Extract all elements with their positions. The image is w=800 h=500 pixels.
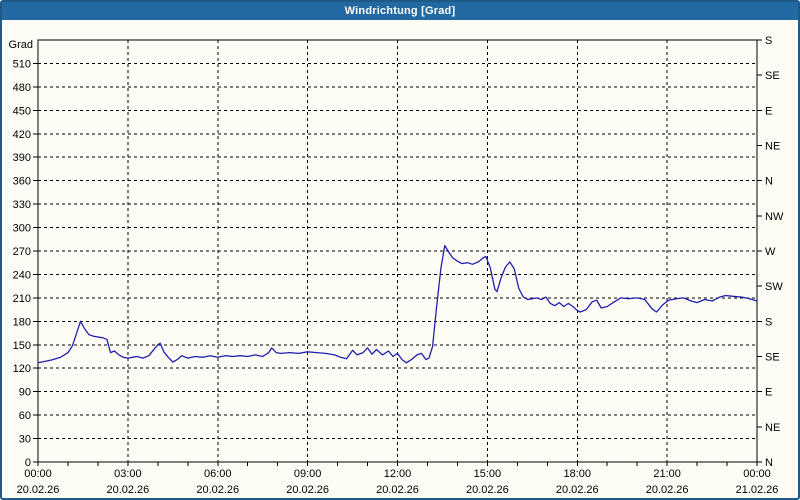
y-left-tick-label: 270: [13, 246, 31, 258]
y-right-tick-label: NE: [765, 141, 780, 153]
y-left-tick-label: 180: [13, 316, 31, 328]
x-time-label: 18:00: [563, 468, 591, 480]
y-left-tick-label: 420: [13, 129, 31, 141]
x-date-label: 21.02.26: [736, 484, 779, 496]
x-date-label: 20.02.26: [286, 484, 329, 496]
y-left-tick-label: 360: [13, 176, 31, 188]
x-date-label: 20.02.26: [17, 484, 60, 496]
y-left-tick-label: 240: [13, 269, 31, 281]
y-left-tick-label: 330: [13, 199, 31, 211]
x-date-label: 20.02.26: [196, 484, 239, 496]
x-date-label: 20.02.26: [646, 484, 689, 496]
y-right-tick-label: S: [765, 316, 772, 328]
x-time-label: 15:00: [474, 468, 502, 480]
y-right-tick-label: NW: [765, 211, 784, 223]
x-time-label: 12:00: [384, 468, 412, 480]
x-date-label: 20.02.26: [466, 484, 509, 496]
y-left-tick-label: 60: [19, 410, 31, 422]
chart-window: { "window": { "title": "Windrichtung [Gr…: [0, 0, 800, 500]
y-right-tick-label: SE: [765, 70, 780, 82]
y-left-tick-label: 390: [13, 152, 31, 164]
x-time-label: 00:00: [24, 468, 52, 480]
x-date-label: 20.02.26: [556, 484, 599, 496]
y-left-tick-label: 450: [13, 105, 31, 117]
y-left-tick-label: 30: [19, 434, 31, 446]
x-time-label: 03:00: [114, 468, 142, 480]
y-right-tick-label: E: [765, 387, 772, 399]
x-time-label: 21:00: [653, 468, 681, 480]
x-date-label: 20.02.26: [106, 484, 149, 496]
x-time-label: 00:00: [743, 468, 771, 480]
x-time-label: 09:00: [294, 468, 322, 480]
y-right-tick-label: SE: [765, 352, 780, 364]
y-right-tick-label: NE: [765, 422, 780, 434]
x-date-label: 20.02.26: [376, 484, 419, 496]
wind-direction-chart: 0 30 60 90 120 150 180 210 240 270 300 330 360 390 420…: [2, 2, 798, 498]
y-left-tick-label: 150: [13, 340, 31, 352]
y-left-tick-label: 120: [13, 363, 31, 375]
y-left-tick-label: 90: [19, 387, 31, 399]
x-time-label: 06:00: [204, 468, 232, 480]
y-left-tick-label: 210: [13, 293, 31, 305]
chart-plot: 0306090120150180210240270300330360390420…: [9, 35, 784, 496]
y-right-tick-label: E: [765, 105, 772, 117]
y-axis-unit-label: Grad: [9, 39, 33, 51]
y-right-tick-label: N: [765, 176, 773, 188]
y-left-tick-label: 510: [13, 58, 31, 70]
y-right-tick-label: SW: [765, 281, 783, 293]
y-left-tick-label: 300: [13, 223, 31, 235]
y-right-tick-label: S: [765, 35, 772, 47]
y-right-tick-label: W: [765, 246, 776, 258]
y-left-tick-label: 480: [13, 82, 31, 94]
